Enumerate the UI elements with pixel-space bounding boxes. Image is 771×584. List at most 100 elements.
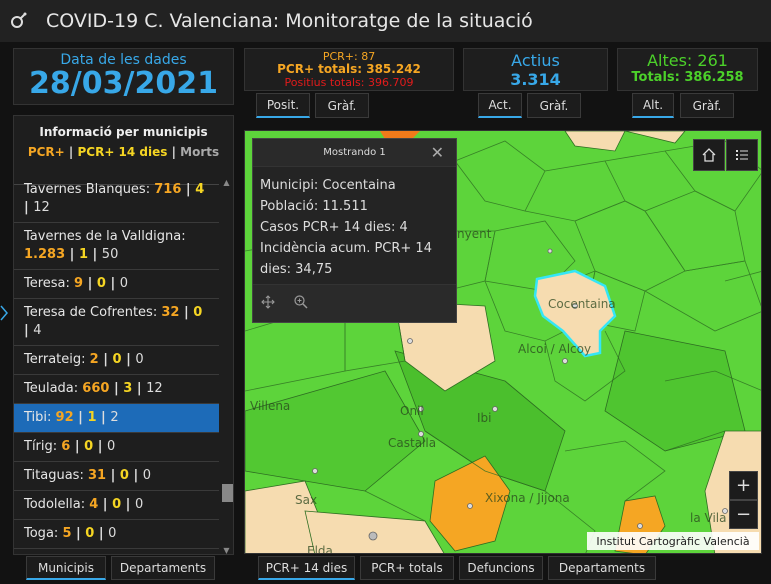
list-item[interactable]: Todolella: 4 | 0 | 0	[14, 491, 219, 520]
tab-act[interactable]: Act.	[478, 93, 522, 118]
value-separator: |	[98, 352, 113, 367]
pcr-value: 716	[154, 182, 182, 197]
scroll-down-icon[interactable]: ▼	[219, 544, 233, 555]
morts-value: 4	[33, 323, 42, 338]
municipality-name: Teulada:	[24, 381, 79, 396]
list-item[interactable]: Tavernes Blanques: 716 | 4 | 12	[14, 176, 219, 223]
morts-value: 0	[119, 276, 129, 291]
morts-value: 0	[107, 439, 116, 454]
value-separator: |	[24, 323, 34, 338]
morts-value: 50	[101, 247, 119, 262]
municipality-name: Teresa:	[24, 276, 70, 291]
value-separator: |	[24, 200, 34, 215]
app-title: COVID-19 C. Valenciana: Monitoratge de l…	[46, 10, 533, 32]
tab-departaments-list[interactable]: Departaments	[111, 556, 215, 580]
value-separator: |	[181, 182, 196, 197]
tab-act-graf[interactable]: Gràf.	[527, 93, 581, 118]
pcr-value: 31	[87, 468, 107, 483]
map-label-lavila: la Vila	[690, 511, 727, 525]
value-separator: |	[121, 497, 135, 512]
pcr-value: 1.283	[24, 247, 66, 262]
tab-pcr14[interactable]: PCR+ 14 dies	[258, 556, 355, 580]
scroll-thumb[interactable]	[222, 484, 233, 502]
legend-button[interactable]	[726, 139, 758, 171]
tab-departaments-map[interactable]: Departaments	[548, 556, 656, 580]
pcr14-value: 0	[84, 439, 94, 454]
list-item[interactable]: Teresa de Cofrentes: 32 | 0 | 4	[14, 299, 219, 346]
map-label-cocentaina: Cocentaina	[548, 297, 616, 311]
list-icon	[736, 150, 748, 160]
pcr14-value: 0	[112, 497, 122, 512]
legend-separator: |	[167, 145, 181, 159]
popup-municipi: Municipi: Cocentaina	[260, 178, 396, 193]
pcr14-value: 0	[96, 276, 106, 291]
map-attribution: Institut Cartogràfic Valencià	[587, 532, 759, 550]
municipality-list: Tavernes Blanques: 716 | 4 | 12 Tavernes …	[14, 176, 219, 554]
date-value: 28/03/2021	[29, 66, 218, 101]
value-separator: |	[93, 439, 108, 454]
pcr14-value: 3	[123, 381, 133, 396]
value-separator: |	[121, 352, 136, 367]
legend-pcr: PCR+	[27, 145, 65, 159]
morts-value: 12	[33, 200, 50, 215]
altes-value: Totals: 386.258	[631, 70, 744, 85]
popup-body: Municipi: Cocentaina Població: 11.511 Ca…	[253, 167, 456, 288]
scroll-up-icon[interactable]: ▲	[219, 176, 233, 188]
list-item[interactable]: Tírig: 6 | 0 | 0	[14, 433, 219, 462]
legend-separator: |	[64, 145, 78, 159]
pcr-value: 32	[161, 305, 180, 320]
list-scrollbar[interactable]: ▲ ▼	[219, 176, 233, 555]
pcr14-value: 1	[87, 410, 97, 425]
map-label-ontinyent: nyent	[457, 227, 492, 241]
list-item[interactable]: Tibi: 92 | 1 | 2	[14, 404, 219, 433]
list-item[interactable]: Toga: 5 | 0 | 0	[14, 520, 219, 549]
altes-label: Altes: 261	[647, 51, 728, 70]
zoom-out-button[interactable]: −	[729, 500, 758, 529]
home-button[interactable]	[693, 139, 725, 171]
tab-municipis[interactable]: Municipis	[26, 556, 106, 580]
list-item[interactable]: Tollos: 1 | 0 | 0	[14, 549, 219, 554]
info-popup: Mostrando 1 ✕ Municipi: Cocentaina Pobla…	[252, 138, 457, 323]
move-icon[interactable]	[261, 294, 275, 313]
pcr-total: PCR+ totals: 385.242	[277, 62, 421, 76]
municipality-name: Tavernes de la Valldigna:	[24, 229, 186, 244]
zoom-to-icon[interactable]	[293, 294, 309, 314]
popup-poblacio: Població: 11.511	[260, 199, 368, 214]
list-item[interactable]: Teresa: 9 | 0 | 0	[14, 270, 219, 299]
map-label-villena: Villena	[250, 399, 291, 413]
value-separator: |	[98, 497, 113, 512]
popup-header: Mostrando 1 ✕	[253, 139, 456, 167]
value-separator: |	[71, 526, 86, 541]
municipality-list-panel: Informació per municipis PCR+ | PCR+ 14 …	[13, 115, 234, 555]
pcr14-value: 1	[78, 247, 88, 262]
pcr14-value: 0	[193, 305, 203, 320]
list-item[interactable]: Tavernes de la Valldigna: 1.283 | 1 | 50	[14, 223, 219, 270]
municipality-name: Titaguas:	[24, 468, 84, 483]
close-icon[interactable]: ✕	[431, 143, 444, 162]
map-label-onil: Onil	[400, 404, 424, 418]
pcr14-value: 0	[85, 526, 95, 541]
tab-defuncions[interactable]: Defuncions	[459, 556, 543, 580]
zoom-in-button[interactable]: +	[729, 471, 758, 500]
map-label-xixona: Xixona / Jijona	[485, 491, 570, 505]
tab-posit[interactable]: Posit.	[256, 93, 310, 118]
value-separator: |	[70, 439, 85, 454]
actius-panel: Actius 3.314	[463, 48, 608, 91]
municipality-name: Tírig:	[24, 439, 58, 454]
virus-logo-icon	[0, 0, 36, 42]
pcr14-value: 0	[112, 352, 122, 367]
tab-pcr-totals[interactable]: PCR+ totals	[360, 556, 454, 580]
popup-title: Mostrando 1	[323, 147, 386, 158]
tab-pcr-graf[interactable]: Gràf.	[315, 93, 369, 118]
tab-alt[interactable]: Alt.	[632, 93, 674, 118]
list-item[interactable]: Teulada: 660 | 3 | 12	[14, 375, 219, 404]
value-separator: |	[132, 381, 147, 396]
panel-toggle-arrow-icon[interactable]	[0, 305, 9, 325]
tab-alt-graf[interactable]: Gràf.	[680, 93, 734, 118]
list-item[interactable]: Titaguas: 31 | 0 | 0	[14, 462, 219, 491]
map-label-alcoi: Alcoi / Alcoy	[518, 342, 592, 356]
pcr-value: 2	[89, 352, 99, 367]
morts-value: 0	[135, 352, 144, 367]
list-item[interactable]: Terrateig: 2 | 0 | 0	[14, 346, 219, 375]
map-label-elda: Elda	[307, 544, 333, 554]
